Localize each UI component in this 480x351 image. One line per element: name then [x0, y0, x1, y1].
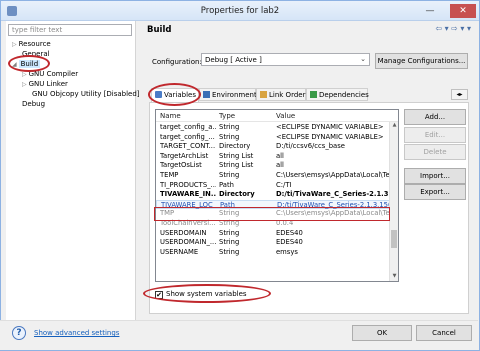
collapse-icon[interactable]: ◢	[12, 61, 17, 68]
environment-icon	[203, 91, 210, 98]
ok-button[interactable]: OK	[352, 325, 412, 341]
scroll-up-icon[interactable]: ▲	[390, 122, 398, 130]
scroll-down-icon[interactable]: ▼	[390, 273, 398, 281]
table-row[interactable]: ToolChainVersi... String 0.0.4	[156, 219, 391, 229]
tab-variables[interactable]: Variables	[151, 88, 199, 102]
tab-environment[interactable]: Environment	[199, 88, 257, 101]
dependencies-icon	[310, 91, 317, 98]
tree-item-build[interactable]: ◢ Build	[12, 60, 41, 68]
page-title: Build	[147, 25, 172, 35]
show-advanced-settings-link[interactable]: Show advanced settings	[34, 329, 119, 337]
left-pane: type filter text ▷ Resource General ◢ Buil…	[6, 21, 140, 321]
import-button[interactable]: Import...	[404, 168, 466, 184]
table-row[interactable]: TargetArchList String List all	[156, 152, 391, 162]
close-icon[interactable]: ✕	[450, 4, 476, 18]
configuration-select[interactable]: Debug [ Active ] ⌄	[201, 53, 370, 66]
table-row[interactable]: target_config_a... String <ECLIPSE DYNAMIC…	[156, 123, 391, 133]
tree-item-general[interactable]: General	[22, 50, 50, 58]
tree-item-gnu-linker[interactable]: ▷ GNU Linker	[22, 80, 68, 88]
tab-scroll-icon[interactable]: ◂▸	[451, 89, 468, 100]
edit-button[interactable]: Edit...	[404, 127, 466, 143]
title-bar[interactable]: Properties for lab2 — ✕	[1, 1, 479, 21]
tree-item-resource[interactable]: ▷ Resource	[12, 40, 51, 48]
show-system-variables-label: Show system variables	[166, 290, 247, 298]
delete-button[interactable]: Delete	[404, 144, 466, 160]
cancel-button[interactable]: Cancel	[416, 325, 472, 341]
table-row[interactable]: TargetOsList String List all	[156, 161, 391, 171]
expand-icon[interactable]: ▷	[12, 41, 17, 48]
minimize-icon[interactable]: —	[421, 4, 439, 18]
variables-table[interactable]: Name Type Value target_config_a... String…	[155, 109, 399, 282]
table-row[interactable]: TMP String C:\Users\emsys\AppData\Local\Te…	[156, 209, 391, 219]
show-system-variables-checkbox[interactable]: ✔	[155, 291, 163, 299]
configuration-value: Debug [ Active ]	[205, 56, 262, 64]
variables-icon	[155, 91, 162, 98]
expand-icon[interactable]: ▷	[22, 81, 27, 88]
show-system-variables[interactable]: ✔ Show system variables	[155, 290, 247, 299]
table-header: Name Type Value	[156, 110, 398, 122]
chevron-down-icon: ⌄	[360, 55, 366, 63]
page-header: Build ⇦ ▾ ⇨ ▾ ▾	[145, 20, 475, 38]
help-icon[interactable]: ?	[12, 326, 26, 340]
table-row[interactable]: TARGET_CONT... Directory D:/ti/ccsv6/ccs_b…	[156, 142, 391, 152]
column-name[interactable]: Name	[160, 112, 181, 120]
manage-configurations-button[interactable]: Manage Configurations...	[375, 53, 468, 69]
nav-arrows-icon[interactable]: ⇦ ▾ ⇨ ▾ ▾	[435, 24, 471, 33]
table-row[interactable]: TIVAWARE_IN... Directory D:/ti/TivaWare_C_…	[156, 190, 391, 200]
tab-link-order[interactable]: Link Order	[256, 88, 306, 101]
window-title: Properties for lab2	[200, 6, 280, 16]
tab-dependencies[interactable]: Dependencies	[306, 88, 369, 101]
column-value[interactable]: Value	[276, 112, 295, 120]
table-row[interactable]: TEMP String C:\Users\emsys\AppData\Local\T…	[156, 171, 391, 181]
table-scrollbar[interactable]: ▲ ▼	[389, 122, 398, 281]
add-button[interactable]: Add...	[404, 109, 466, 125]
column-type[interactable]: Type	[219, 112, 235, 120]
table-row-selected[interactable]: TIVAWARE_LOC Path D:/ti/TivaWare_C_Series-…	[156, 199, 391, 210]
tree-item-debug[interactable]: Debug	[22, 100, 45, 108]
tree-item-gnu-objcopy[interactable]: GNU Objcopy Utility [Disabled]	[32, 90, 140, 98]
table-row[interactable]: TI_PRODUCTS_... Path C:/TI	[156, 181, 391, 191]
table-row[interactable]: USERNAME String emsys	[156, 248, 391, 258]
link-icon	[260, 91, 267, 98]
table-row[interactable]: USERDOMAIN_... String EDES40	[156, 238, 391, 248]
configuration-label: Configuration:	[152, 58, 202, 66]
expand-icon[interactable]: ▷	[22, 71, 27, 78]
scrollbar-thumb[interactable]	[391, 230, 397, 248]
export-button[interactable]: Export...	[404, 184, 466, 200]
tree-item-gnu-compiler[interactable]: ▷ GNU Compiler	[22, 70, 78, 78]
table-row[interactable]: USERDOMAIN String EDES40	[156, 229, 391, 239]
table-row[interactable]: target_config_... String <ECLIPSE DYNAMIC …	[156, 133, 391, 143]
filter-input[interactable]: type filter text	[8, 24, 132, 36]
